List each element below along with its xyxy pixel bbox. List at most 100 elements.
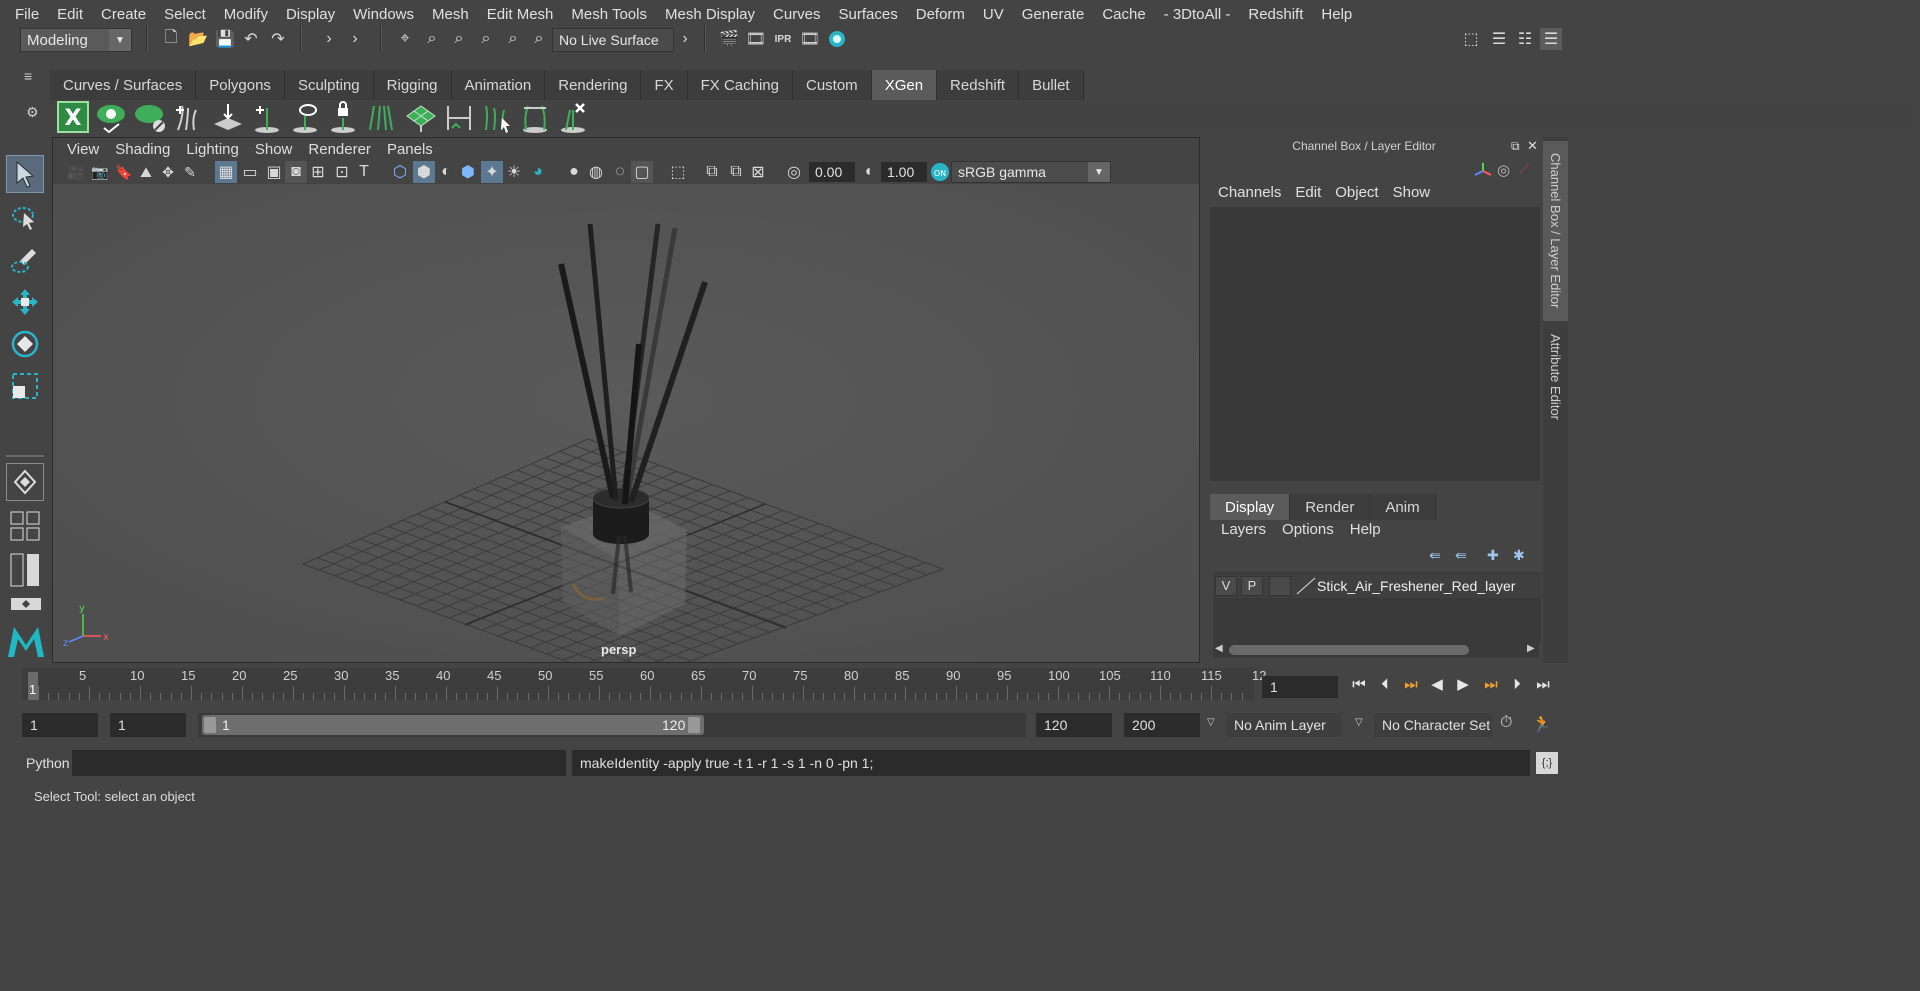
- live-surface-field[interactable]: No Live Surface: [552, 28, 674, 52]
- character-set-dropdown[interactable]: No Character Set: [1374, 713, 1492, 737]
- shelf-tab-redshift[interactable]: Redshift: [937, 70, 1020, 100]
- channel-box-menu-object[interactable]: Object: [1328, 184, 1385, 206]
- safe-action-icon[interactable]: ⊡: [331, 161, 353, 183]
- rotate-axis-icon[interactable]: [1473, 161, 1493, 181]
- channel-box-menu-edit[interactable]: Edit: [1288, 184, 1328, 206]
- menu-create[interactable]: Create: [92, 6, 155, 23]
- no-icon[interactable]: ⟋: [1519, 161, 1537, 179]
- shelf-tab-polygons[interactable]: Polygons: [196, 70, 285, 100]
- xray-active-components-icon[interactable]: ⧉: [725, 161, 747, 183]
- menu-set-arrow-icon[interactable]: ›: [318, 28, 340, 50]
- depth-of-field-icon[interactable]: ◌: [609, 161, 631, 183]
- anim-layer-arrow-icon[interactable]: ▽: [1207, 717, 1215, 728]
- current-frame-field[interactable]: 1: [1262, 676, 1338, 698]
- image-plane-icon[interactable]: ⛰: [135, 161, 157, 183]
- channel-box-toggle-icon[interactable]: ☰: [1540, 28, 1562, 50]
- move-tool-icon[interactable]: [6, 283, 44, 321]
- ipr-render-icon[interactable]: IPR: [772, 28, 794, 50]
- mode-selector[interactable]: Modeling ▼: [20, 28, 132, 52]
- shelf-tab-xgen[interactable]: XGen: [871, 70, 938, 100]
- two-d-pan-zoom-icon[interactable]: ✥: [157, 161, 179, 183]
- time-slider[interactable]: 1 5 10 15 20 25 30 35 40 45 50 55 60 65 70 75 80 85 90 95 1…: [22, 668, 1266, 700]
- hypershade-icon[interactable]: [826, 28, 848, 50]
- snap-point-icon[interactable]: ⌕: [528, 28, 550, 50]
- resolution-gate-icon[interactable]: ▣: [263, 161, 285, 183]
- menu-windows[interactable]: Windows: [344, 6, 423, 23]
- select-tool-icon[interactable]: [6, 155, 44, 193]
- safe-title-icon[interactable]: T: [353, 161, 375, 183]
- grid-toggle-icon[interactable]: ▦: [215, 161, 237, 183]
- new-scene-icon[interactable]: 🗋: [160, 28, 182, 50]
- shadows-icon[interactable]: ☀: [503, 161, 525, 183]
- scroll-right-icon[interactable]: ▶: [1527, 643, 1535, 654]
- step-back-key-icon[interactable]: ⏭: [1399, 672, 1423, 696]
- play-backwards-icon[interactable]: ◀: [1425, 672, 1449, 696]
- range-start-handle[interactable]: [204, 717, 216, 733]
- layer-tab-anim[interactable]: Anim: [1370, 494, 1436, 520]
- shelf-tab-animation[interactable]: Animation: [451, 70, 546, 100]
- xray-joints-icon[interactable]: ⧉: [701, 161, 723, 183]
- guide-comb-icon[interactable]: [364, 100, 398, 134]
- channel-list-area[interactable]: [1210, 207, 1540, 481]
- outliner-toggle-icon[interactable]: [10, 597, 42, 617]
- rotate-tool-icon[interactable]: [6, 325, 44, 363]
- menu-cache[interactable]: Cache: [1093, 6, 1154, 23]
- go-to-end-icon[interactable]: ⏭: [1531, 672, 1555, 696]
- layer-scrollbar[interactable]: ◀ ▶: [1213, 642, 1539, 658]
- play-forwards-icon[interactable]: ▶: [1451, 672, 1475, 696]
- shelf-tab-rigging[interactable]: Rigging: [373, 70, 452, 100]
- select-by-component-icon[interactable]: ⌕: [448, 28, 470, 50]
- attribute-editor-toggle-icon[interactable]: ☰: [1488, 28, 1510, 50]
- gate-mask-icon[interactable]: ◙: [285, 161, 307, 183]
- shelf-tab-sculpting[interactable]: Sculpting: [284, 70, 374, 100]
- step-back-frame-icon[interactable]: ⏴: [1373, 672, 1397, 696]
- textured-icon[interactable]: ⬢: [457, 161, 479, 183]
- layer-menu-options[interactable]: Options: [1274, 521, 1342, 543]
- channel-box-menu-show[interactable]: Show: [1386, 184, 1438, 206]
- shelf-tab-fx-caching[interactable]: FX Caching: [687, 70, 793, 100]
- shelf-tab-custom[interactable]: Custom: [793, 70, 872, 100]
- color-management-icon[interactable]: ON: [929, 161, 951, 183]
- select-by-object-icon[interactable]: ⌕: [421, 28, 443, 50]
- film-gate-icon[interactable]: ▭: [239, 161, 261, 183]
- step-forward-frame-icon[interactable]: ⏵: [1505, 672, 1529, 696]
- menu-mesh[interactable]: Mesh: [423, 6, 478, 23]
- command-input[interactable]: [72, 750, 566, 776]
- panel-float-icon[interactable]: ⧉: [1511, 139, 1525, 153]
- exposure-icon[interactable]: ◎: [783, 161, 805, 183]
- tab-channel-box-layer-editor[interactable]: Channel Box / Layer Editor: [1543, 141, 1568, 321]
- motion-blur-icon[interactable]: ●: [563, 161, 585, 183]
- new-layer-empty-icon[interactable]: ⇚: [1455, 547, 1473, 565]
- auto-key-icon[interactable]: ⏱: [1500, 714, 1522, 736]
- render-view-icon[interactable]: 🎬: [718, 28, 740, 50]
- channel-box-menu-channels[interactable]: Channels: [1211, 184, 1288, 206]
- range-end-handle[interactable]: [688, 717, 700, 733]
- guide-sculpt-icon[interactable]: [442, 100, 476, 134]
- scale-tool-icon[interactable]: [6, 367, 44, 405]
- shelf-tab-curves-surfaces[interactable]: Curves / Surfaces: [50, 70, 197, 100]
- open-scene-icon[interactable]: 📂: [187, 28, 209, 50]
- menu-select[interactable]: Select: [155, 6, 215, 23]
- layer-tab-display[interactable]: Display: [1210, 494, 1291, 520]
- xgen-clear-preview-icon[interactable]: [134, 100, 168, 134]
- layer-row[interactable]: V P Stick_Air_Freshener_Red_layer: [1213, 574, 1541, 598]
- camera-select-icon[interactable]: 🎥: [65, 161, 87, 183]
- grease-pencil-icon[interactable]: ✎: [179, 161, 201, 183]
- snap-curve-icon[interactable]: ⌕: [502, 28, 524, 50]
- new-layer-icon[interactable]: ✚: [1487, 547, 1505, 565]
- shelf-tab-bullet[interactable]: Bullet: [1019, 70, 1084, 100]
- layer-menu-layers[interactable]: Layers: [1213, 521, 1274, 543]
- select-by-hierarchy-icon[interactable]: ⌖: [394, 28, 416, 50]
- shelf-tab-fx[interactable]: FX: [641, 70, 688, 100]
- layer-visibility-toggle[interactable]: V: [1215, 576, 1237, 596]
- step-forward-key-icon[interactable]: ⏭: [1479, 672, 1503, 696]
- layer-menu-help[interactable]: Help: [1342, 521, 1389, 543]
- viewport-menu-shading[interactable]: Shading: [107, 141, 178, 158]
- guide-lock-icon[interactable]: [326, 100, 360, 134]
- lasso-tool-icon[interactable]: [6, 199, 44, 237]
- last-tool-used-icon[interactable]: [6, 463, 44, 501]
- menu-mesh-tools[interactable]: Mesh Tools: [562, 6, 656, 23]
- menu-curves[interactable]: Curves: [764, 6, 830, 23]
- scroll-left-icon[interactable]: ◀: [1215, 643, 1223, 654]
- panel-close-icon[interactable]: ✕: [1527, 138, 1541, 153]
